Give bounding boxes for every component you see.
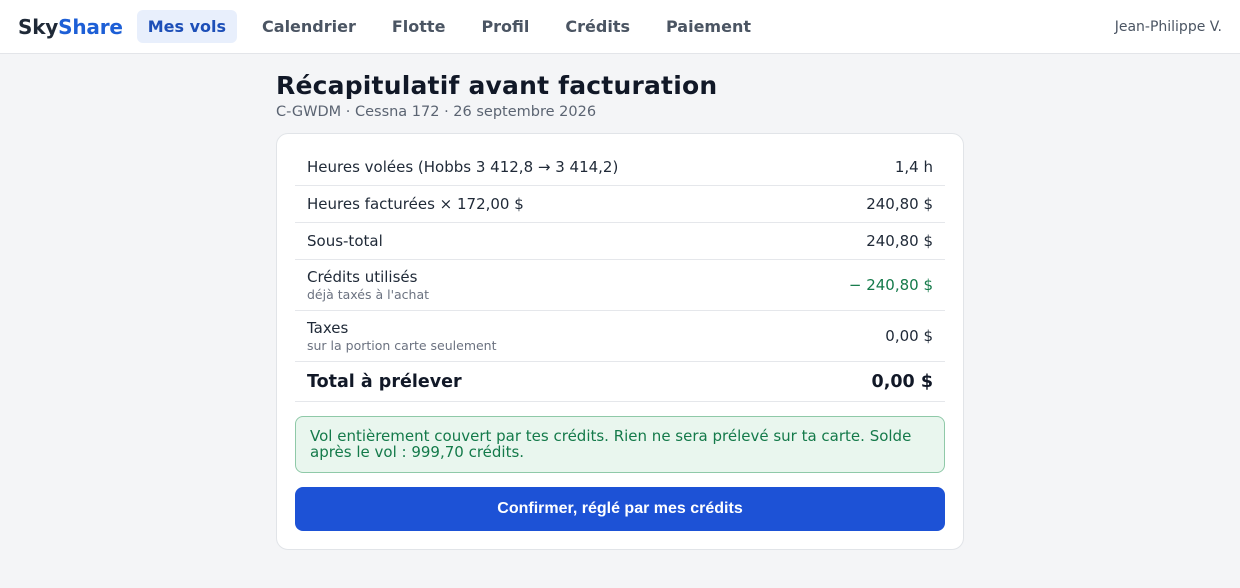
credits-coverage-notice: Vol entièrement couvert par tes crédits.…	[295, 416, 945, 473]
nav-item-calendrier[interactable]: Calendrier	[251, 10, 367, 43]
nav-item-mes-vols[interactable]: Mes vols	[136, 10, 238, 43]
brand-logo[interactable]: SkyShare	[18, 15, 123, 39]
row-taxes: Taxes sur la portion carte seulement 0,0…	[295, 311, 945, 362]
row-value-credit: − 240,80 $	[848, 276, 933, 294]
row-label-group: Taxes sur la portion carte seulement	[307, 319, 497, 353]
brand-name-part2: Share	[58, 14, 123, 39]
billing-summary-card: Heures volées (Hobbs 3 412,8 → 3 414,2) …	[276, 133, 964, 550]
user-name[interactable]: Jean-Philippe V.	[1115, 19, 1222, 35]
row-label: Taxes	[307, 319, 349, 337]
row-sublabel: sur la portion carte seulement	[307, 338, 497, 353]
nav-item-paiement[interactable]: Paiement	[655, 10, 762, 43]
main-nav: Mes vols Calendrier Flotte Profil Crédit…	[136, 10, 776, 43]
row-value: 0,00 $	[885, 327, 933, 345]
row-label-group: Crédits utilisés déjà taxés à l'achat	[307, 268, 429, 302]
top-navigation: SkyShare Mes vols Calendrier Flotte Prof…	[0, 0, 1240, 54]
row-label: Heures volées (Hobbs 3 412,8 → 3 414,2)	[307, 158, 619, 176]
row-hours-billed: Heures facturées × 172,00 $ 240,80 $	[295, 186, 945, 223]
row-subtotal: Sous-total 240,80 $	[295, 223, 945, 260]
total-label: Total à prélever	[307, 371, 462, 392]
row-value: 240,80 $	[866, 195, 933, 213]
main-content: Récapitulatif avant facturation C-GWDM ·…	[276, 54, 964, 550]
row-sublabel: déjà taxés à l'achat	[307, 287, 430, 302]
brand-name-part1: Sky	[18, 14, 59, 39]
nav-item-credits[interactable]: Crédits	[554, 10, 641, 43]
flight-subtitle: C-GWDM · Cessna 172 · 26 septembre 2026	[276, 104, 597, 120]
page-title: Récapitulatif avant facturation	[276, 71, 718, 100]
row-label: Sous-total	[307, 232, 383, 250]
row-hours-flown: Heures volées (Hobbs 3 412,8 → 3 414,2) …	[295, 149, 945, 186]
nav-item-profil[interactable]: Profil	[470, 10, 540, 43]
row-value: 1,4 h	[894, 158, 933, 176]
row-label: Heures facturées × 172,00 $	[307, 195, 524, 213]
row-label: Crédits utilisés	[307, 268, 418, 286]
confirm-button[interactable]: Confirmer, réglé par mes crédits	[295, 487, 945, 531]
row-credits-used: Crédits utilisés déjà taxés à l'achat − …	[295, 260, 945, 311]
row-total: Total à prélever 0,00 $	[295, 362, 945, 402]
total-value: 0,00 $	[871, 371, 933, 392]
row-value: 240,80 $	[866, 232, 933, 250]
nav-item-flotte[interactable]: Flotte	[381, 10, 457, 43]
